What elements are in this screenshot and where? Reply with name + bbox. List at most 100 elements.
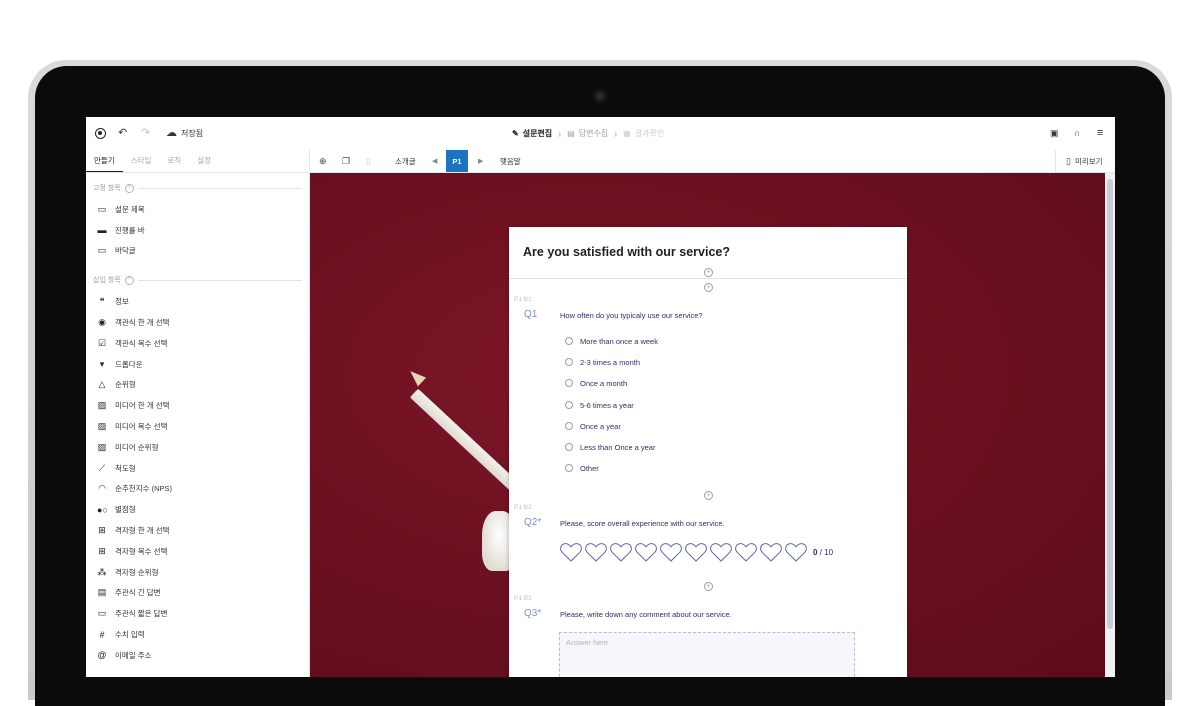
option-item[interactable]: 5-6 times a year bbox=[565, 399, 634, 411]
undo-icon[interactable]: ↶ bbox=[118, 128, 127, 139]
heart-icon[interactable] bbox=[634, 540, 658, 564]
question-text[interactable]: How often do you typicaly use our servic… bbox=[560, 311, 703, 320]
gauge-icon: ◠ bbox=[98, 483, 106, 494]
question-text[interactable]: Please, score overall experience with ou… bbox=[560, 519, 725, 528]
survey-title[interactable]: Are you satisfied with our service? bbox=[523, 245, 730, 259]
question-text[interactable]: Please, write down any comment about our… bbox=[560, 610, 732, 619]
answer-textarea[interactable]: Answer here bbox=[559, 632, 855, 677]
chart-icon: ▦ bbox=[623, 129, 631, 138]
logo-icon[interactable] bbox=[95, 128, 106, 139]
sidebar-item-footer[interactable]: ▭ 바닥글 bbox=[86, 241, 309, 262]
score-readout: 0 / 10 bbox=[813, 548, 834, 557]
footer-icon: ▭ bbox=[97, 245, 107, 256]
quote-icon: ❝ bbox=[99, 296, 105, 307]
radio-icon[interactable] bbox=[565, 443, 573, 451]
page-tab-p1[interactable]: P1 bbox=[446, 150, 468, 172]
title-icon: ▭ bbox=[97, 203, 107, 214]
preview-button[interactable]: ▯ 미리보기 bbox=[1055, 150, 1103, 172]
add-block-icon[interactable]: + bbox=[704, 283, 713, 292]
camera-icon bbox=[593, 89, 607, 103]
delete-page-icon[interactable]: ▯ bbox=[366, 156, 371, 167]
sidebar-item-info[interactable]: ❝ 정보 bbox=[86, 291, 309, 312]
sidebar-item-ranking[interactable]: △ 순위형 bbox=[86, 375, 309, 396]
sidebar-item-media-multi[interactable]: ▨ 미디어 복수 선택 bbox=[86, 416, 309, 437]
scrollbar-thumb[interactable] bbox=[1107, 179, 1113, 629]
sidebar-item-survey-title[interactable]: ▭ 설문 제목 bbox=[86, 199, 309, 220]
radio-icon[interactable] bbox=[565, 358, 573, 366]
option-item[interactable]: Once a month bbox=[565, 377, 627, 389]
heart-icon[interactable] bbox=[559, 540, 583, 564]
sidebar-item-grid-multi[interactable]: ⊞ 격자형 복수 선택 bbox=[86, 541, 309, 562]
intro-tab[interactable]: 소개글 bbox=[395, 156, 416, 167]
menu-icon[interactable]: ≡ bbox=[1097, 128, 1103, 139]
redo-icon[interactable]: ↷ bbox=[141, 128, 150, 139]
radio-icon[interactable] bbox=[565, 337, 573, 345]
sidebar-item-single-choice[interactable]: ◉ 객관식 한 개 선택 bbox=[86, 312, 309, 333]
sidebar-item-multi-choice[interactable]: ☑ 객관식 복수 선택 bbox=[86, 333, 309, 354]
sidebar-item-grid-ranking[interactable]: ⁂ 격자형 순위형 bbox=[86, 562, 309, 583]
copy-page-icon[interactable]: ❐ bbox=[342, 156, 350, 167]
sidebar-item-grid-single[interactable]: ⊞ 격자형 한 개 선택 bbox=[86, 520, 309, 541]
sidebar-item-media-single[interactable]: ▨ 미디어 한 개 선택 bbox=[86, 395, 309, 416]
sidebar-item-short-text[interactable]: ▭ 주관식 짧은 답변 bbox=[86, 603, 309, 624]
cloud-icon: ☁ bbox=[166, 127, 177, 139]
add-block-icon[interactable]: + bbox=[704, 491, 713, 500]
radio-icon[interactable] bbox=[565, 379, 573, 387]
add-page-icon[interactable]: ⊕ bbox=[319, 156, 327, 167]
option-item[interactable]: More than once a week bbox=[565, 335, 658, 347]
tab-style[interactable]: 스타일 bbox=[123, 150, 160, 172]
option-item[interactable]: Once a year bbox=[565, 420, 621, 432]
sidebar-item-scale[interactable]: ⟋ 척도형 bbox=[86, 458, 309, 479]
prev-page-icon[interactable]: ◀ bbox=[432, 157, 437, 165]
tab-create[interactable]: 만들기 bbox=[86, 150, 123, 172]
step-results[interactable]: ▦ 결과확인 bbox=[623, 128, 664, 139]
preview-icon: ▯ bbox=[1066, 155, 1071, 166]
sidebar-item-number[interactable]: # 수치 입력 bbox=[86, 624, 309, 645]
block-label: P1 B3 bbox=[514, 595, 532, 602]
radio-icon[interactable] bbox=[565, 422, 573, 430]
step-edit[interactable]: ✎ 설문편집 bbox=[512, 128, 552, 139]
heart-icon[interactable] bbox=[784, 540, 808, 564]
headset-icon[interactable]: ∩ bbox=[1074, 129, 1080, 138]
divider bbox=[137, 279, 302, 281]
grid-rank-icon: ⁂ bbox=[97, 566, 107, 577]
option-item[interactable]: Less than Once a year bbox=[565, 441, 655, 453]
question-number: Q2* bbox=[524, 517, 542, 528]
heart-icon[interactable] bbox=[584, 540, 608, 564]
heart-icon[interactable] bbox=[759, 540, 783, 564]
tab-settings[interactable]: 설정 bbox=[189, 150, 219, 172]
tab-logic[interactable]: 로직 bbox=[159, 150, 189, 172]
sidebar-item-rating[interactable]: ●○ 별점형 bbox=[86, 499, 309, 520]
add-block-icon[interactable]: + bbox=[704, 268, 713, 277]
short-text-icon: ▭ bbox=[97, 608, 107, 619]
block-label: P1 B2 bbox=[514, 504, 532, 511]
heart-icon[interactable] bbox=[659, 540, 683, 564]
heart-icon[interactable] bbox=[684, 540, 708, 564]
heart-icon[interactable] bbox=[709, 540, 733, 564]
sidebar-item-nps[interactable]: ◠ 순추천지수 (NPS) bbox=[86, 479, 309, 500]
next-page-icon[interactable]: ▶ bbox=[478, 157, 483, 165]
grid-radio-icon: ⊞ bbox=[98, 525, 106, 536]
help-icon[interactable]: ? bbox=[124, 183, 134, 193]
help-icon[interactable]: ? bbox=[124, 275, 134, 285]
media-check-icon: ▨ bbox=[97, 421, 107, 432]
option-item[interactable]: 2-3 times a month bbox=[565, 356, 640, 368]
clipboard-check-icon[interactable]: ▣ bbox=[1050, 129, 1059, 138]
sidebar-item-media-ranking[interactable]: ▨ 미디어 순위형 bbox=[86, 437, 309, 458]
sidebar-item-email[interactable]: @ 이메일 주소 bbox=[86, 645, 309, 666]
heart-rating[interactable] bbox=[559, 540, 808, 564]
heart-icon[interactable] bbox=[609, 540, 633, 564]
radio-icon[interactable] bbox=[565, 464, 573, 472]
step-collect[interactable]: ▤ 답변수집 bbox=[567, 128, 608, 139]
checkbox-icon: ☑ bbox=[97, 337, 107, 348]
option-item[interactable]: Other bbox=[565, 462, 599, 474]
sidebar-item-long-text[interactable]: ▤ 주관식 긴 답변 bbox=[86, 583, 309, 604]
add-block-icon[interactable]: + bbox=[704, 582, 713, 591]
heart-icon[interactable] bbox=[734, 540, 758, 564]
sidebar-item-progress-bar[interactable]: ▬ 진행률 바 bbox=[86, 220, 309, 241]
ruler-icon: ⟋ bbox=[98, 462, 106, 473]
canvas-scrollbar[interactable] bbox=[1105, 173, 1115, 677]
radio-icon[interactable] bbox=[565, 401, 573, 409]
closing-tab[interactable]: 맺음말 bbox=[500, 156, 521, 167]
sidebar-item-dropdown[interactable]: ▾ 드롭다운 bbox=[86, 354, 309, 375]
